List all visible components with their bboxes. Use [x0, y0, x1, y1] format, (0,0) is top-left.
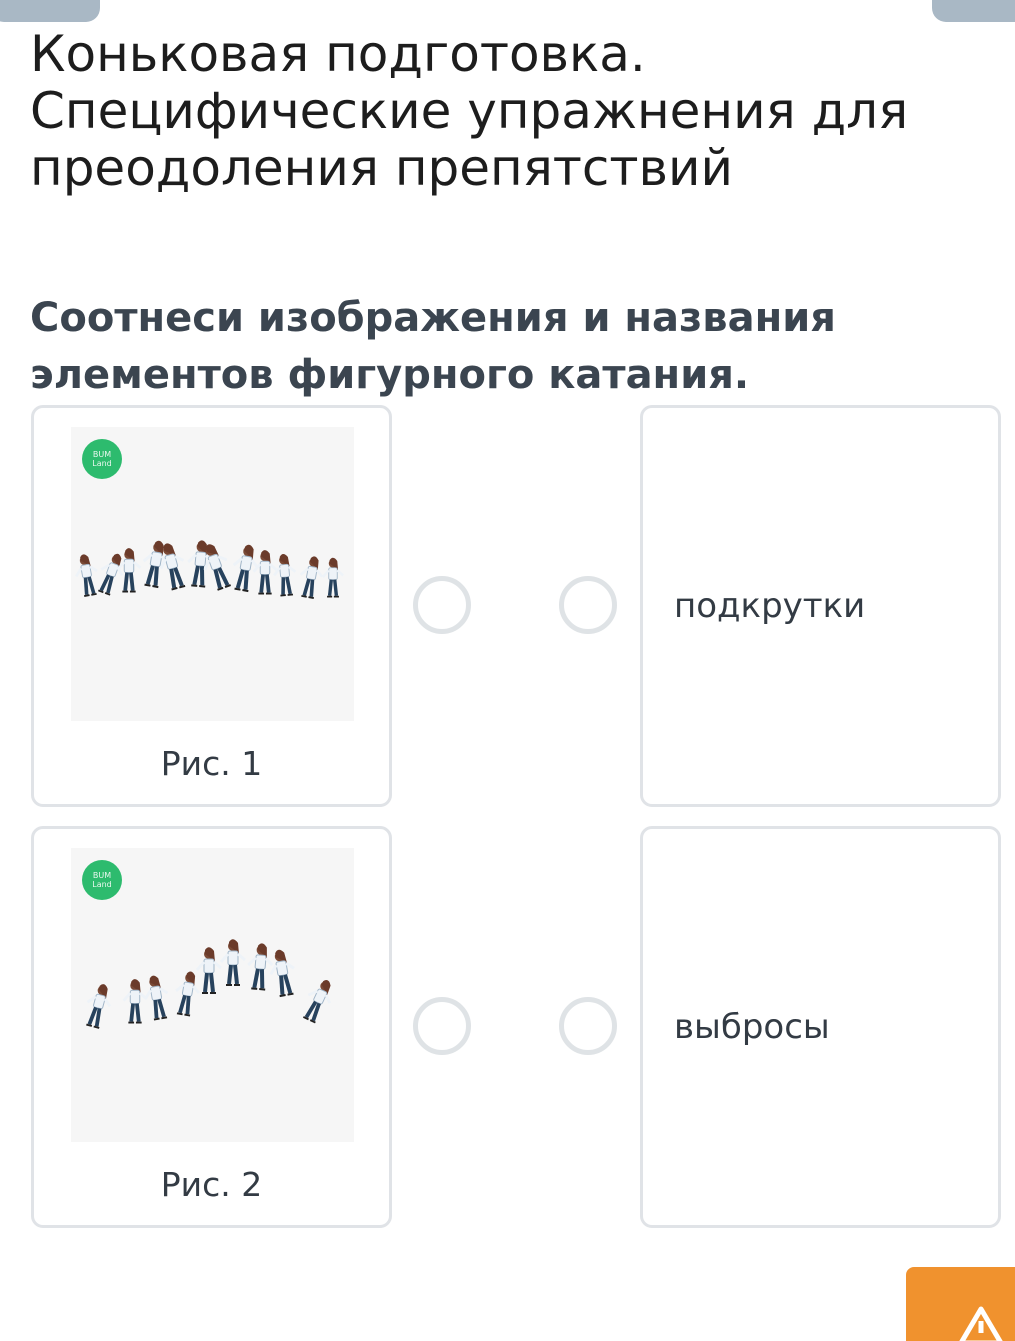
- name-label: подкрутки: [674, 586, 866, 626]
- skater-figure: [86, 984, 112, 1029]
- name-label: выбросы: [674, 1007, 830, 1047]
- skater-figure: [273, 554, 297, 597]
- name-card-2[interactable]: выбросы: [640, 826, 1001, 1228]
- skater-sequence-image: BUM Land: [71, 848, 354, 1142]
- skater-figure: [75, 554, 98, 597]
- task-instruction: Соотнеси изображения и названия элементо…: [30, 295, 836, 398]
- skater-figure: [195, 947, 222, 994]
- skater-figure: [252, 550, 278, 595]
- image-card-2[interactable]: BUM Land Рис. 2: [31, 826, 392, 1228]
- skater-figure: [175, 971, 200, 1017]
- warning-fab[interactable]: [906, 1267, 1015, 1341]
- skater-figure: [116, 548, 142, 593]
- skater-figure: [98, 553, 124, 596]
- page: Коньковая подготовка. Специфические упра…: [0, 0, 1015, 1341]
- top-tab-left[interactable]: [0, 0, 100, 22]
- image-2-radio[interactable]: [413, 997, 471, 1055]
- skater-figure: [247, 943, 274, 991]
- skater-figure: [144, 975, 169, 1021]
- skater-figure: [302, 980, 332, 1024]
- skater-figure: [269, 949, 295, 998]
- skater-sequence-image: BUM Land: [71, 427, 354, 721]
- name-2-radio[interactable]: [559, 997, 617, 1055]
- image-caption: Рис. 2: [160, 1165, 263, 1204]
- image-caption: Рис. 1: [160, 744, 263, 783]
- skater-figure: [299, 556, 324, 599]
- skater-figures-1: [75, 540, 345, 599]
- skater-figures-2: [86, 939, 332, 1029]
- name-card-1[interactable]: подкрутки: [640, 405, 1001, 807]
- image-card-1[interactable]: BUM Land Рис. 1: [31, 405, 392, 807]
- skater-figure: [219, 939, 246, 986]
- skater-figure: [122, 979, 148, 1024]
- image-1-radio[interactable]: [413, 576, 471, 634]
- top-tab-right[interactable]: [932, 0, 1015, 22]
- name-1-radio[interactable]: [559, 576, 617, 634]
- page-title: Коньковая подготовка. Специфические упра…: [30, 25, 909, 197]
- warning-icon: [959, 1306, 1003, 1341]
- skater-figure: [321, 557, 345, 598]
